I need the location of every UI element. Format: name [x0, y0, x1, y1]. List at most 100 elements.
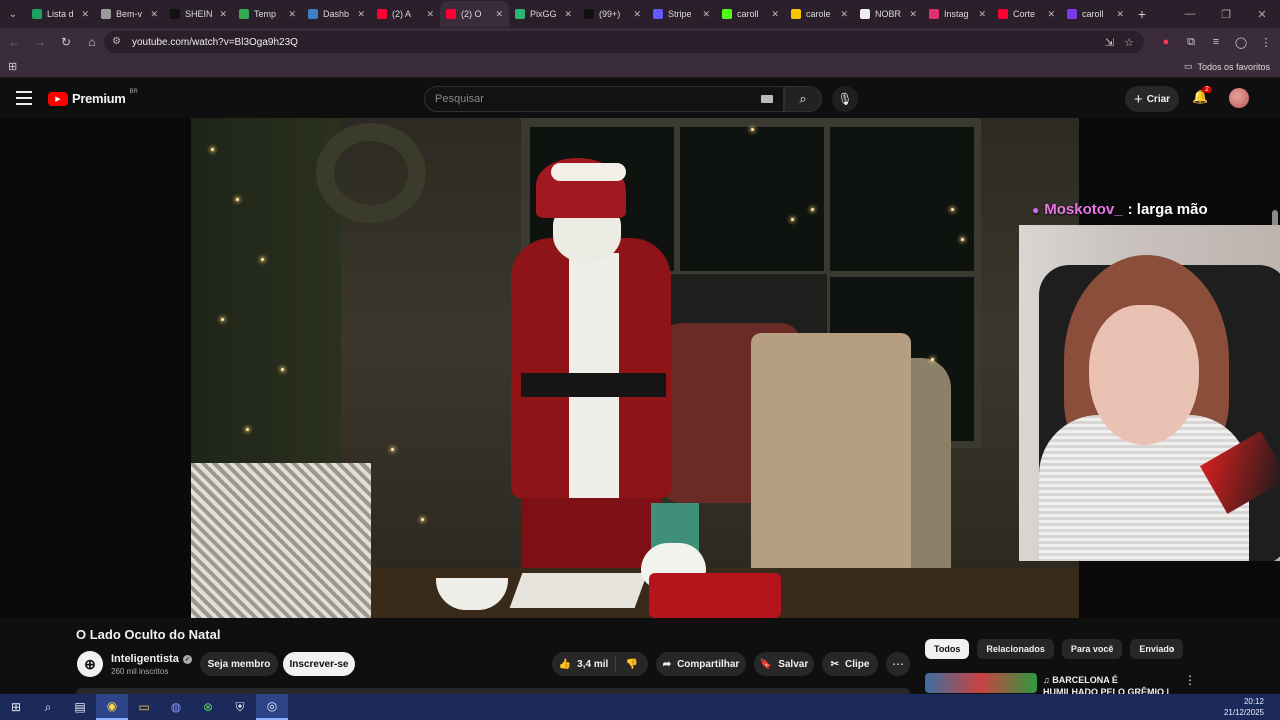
windows-start-icon[interactable]: ⊞ — [0, 694, 32, 720]
notifications-button[interactable]: 🔔 2 — [1192, 86, 1212, 109]
browser-tab[interactable]: Lista d ✕ — [26, 1, 95, 27]
tab-close-icon[interactable]: ✕ — [81, 9, 89, 20]
search-icon[interactable]: ⌕ — [32, 694, 64, 720]
channel-avatar[interactable]: ⊕ — [77, 651, 103, 677]
tab-close-icon[interactable]: ✕ — [771, 9, 779, 20]
forward-icon[interactable]: → — [28, 30, 52, 54]
reload-icon[interactable]: ↻ — [54, 30, 78, 54]
tab-close-icon[interactable]: ✕ — [495, 9, 503, 20]
extension-red-icon[interactable]: ● — [1158, 36, 1174, 48]
menu-hamburger-icon[interactable] — [16, 91, 32, 105]
bookmark-star-icon[interactable]: ☆ — [1124, 36, 1134, 49]
scissors-icon: ✂ — [830, 658, 839, 670]
recommended-more-icon[interactable]: ⋮ — [1184, 673, 1196, 687]
share-button[interactable]: ➦ Compartilhar — [656, 652, 746, 676]
tab-close-icon[interactable]: ✕ — [633, 9, 641, 20]
new-tab-button[interactable]: + — [1130, 6, 1154, 22]
windows-taskbar: ⊞ ⌕ ▤ ◉ ▭ ◍ ⊗ ⛨ ◎ 20:12 21/12/2025 — [0, 694, 1280, 720]
chip-todos[interactable]: Todos — [925, 639, 970, 659]
browser-tab[interactable]: Stripe ✕ — [647, 1, 716, 27]
video-player[interactable] — [191, 118, 1079, 618]
browser-tab[interactable]: Instag ✕ — [923, 1, 992, 27]
task-view-icon[interactable]: ▤ — [64, 694, 96, 720]
browser-tab[interactable]: (2) A ✕ — [371, 1, 440, 27]
save-button[interactable]: 🔖 Salvar — [754, 652, 814, 676]
site-info-icon[interactable]: ⚙ — [112, 36, 124, 48]
voice-search-button[interactable]: 🎙 — [832, 86, 858, 112]
tab-close-icon[interactable]: ✕ — [909, 9, 917, 20]
tab-close-icon[interactable]: ✕ — [1047, 9, 1055, 20]
shield-icon[interactable]: ⛨ — [224, 694, 256, 720]
system-clock[interactable]: 20:12 21/12/2025 — [1224, 696, 1264, 718]
search-input[interactable]: Pesquisar — [424, 86, 784, 112]
channel-name-link[interactable]: Inteligentista ✓ — [111, 653, 192, 665]
tab-search-icon[interactable]: ⌄ — [0, 0, 26, 28]
tab-close-icon[interactable]: ✕ — [426, 9, 434, 20]
close-window-icon[interactable]: ✕ — [1244, 0, 1280, 28]
home-icon[interactable]: ⌂ — [80, 30, 104, 54]
plus-icon: + — [1133, 90, 1143, 108]
url-text: youtube.com/watch?v=Bl3Oga9h23Q — [132, 36, 298, 48]
thumbs-down-icon: 👎 — [625, 658, 639, 670]
tab-close-icon[interactable]: ✕ — [357, 9, 365, 20]
browser-tab[interactable]: carole ✕ — [785, 1, 854, 27]
media-control-icon[interactable]: ≡ — [1208, 36, 1224, 48]
clip-button[interactable]: ✂ Clipe — [822, 652, 878, 676]
search-button[interactable]: ⌕ — [784, 86, 822, 112]
create-button[interactable]: + Criar — [1125, 86, 1179, 112]
browser-tab[interactable]: Bem-v ✕ — [95, 1, 164, 27]
like-button[interactable]: 👍 3,4 mil — [552, 656, 616, 672]
minimize-icon[interactable]: — — [1172, 0, 1208, 28]
file-explorer-icon[interactable]: ▭ — [128, 694, 160, 720]
tab-favicon-icon — [722, 9, 732, 19]
join-label: Seja membro — [207, 658, 271, 670]
more-actions-button[interactable]: ⋯ — [886, 652, 910, 676]
all-bookmarks-button[interactable]: ▭ Todos os favoritos — [1184, 61, 1270, 72]
chips-next-icon[interactable]: › — [1170, 641, 1174, 656]
xbox-icon[interactable]: ⊗ — [192, 694, 224, 720]
browser-tab[interactable]: Corte ✕ — [992, 1, 1061, 27]
browser-tab[interactable]: caroll ✕ — [716, 1, 785, 27]
restore-icon[interactable]: ❐ — [1208, 0, 1244, 28]
browser-tab[interactable]: Temp ✕ — [233, 1, 302, 27]
keyboard-icon[interactable] — [761, 95, 773, 103]
recommended-thumbnail[interactable] — [925, 673, 1037, 693]
apps-grid-icon[interactable]: ⊞ — [8, 60, 17, 73]
chip-relacionados[interactable]: Relacionados — [977, 639, 1054, 659]
chip-para-voce[interactable]: Para você — [1061, 639, 1123, 659]
address-bar[interactable]: ⚙ youtube.com/watch?v=Bl3Oga9h23Q ⇲ ☆ — [104, 31, 1144, 53]
youtube-logo[interactable]: ▶ Premium BR — [48, 88, 138, 106]
extensions-puzzle-icon[interactable]: ⧉ — [1183, 36, 1199, 49]
join-button[interactable]: Seja membro — [200, 652, 278, 676]
browser-tab[interactable]: (2) O ✕ — [440, 1, 509, 27]
chrome-icon[interactable]: ◉ — [96, 694, 128, 720]
tab-title: Temp — [254, 9, 277, 19]
obs-icon[interactable]: ◎ — [256, 694, 288, 720]
tab-close-icon[interactable]: ✕ — [288, 9, 296, 20]
account-avatar[interactable] — [1229, 88, 1249, 108]
browser-tab[interactable]: SHEIN ✕ — [164, 1, 233, 27]
browser-menu-icon[interactable]: ⋮ — [1258, 36, 1274, 49]
browser-tab[interactable]: PixGG ✕ — [509, 1, 578, 27]
tab-close-icon[interactable]: ✕ — [564, 9, 572, 20]
tab-close-icon[interactable]: ✕ — [150, 9, 158, 20]
subscribe-button[interactable]: Inscrever-se — [283, 652, 355, 676]
browser-tab[interactable]: caroll ✕ — [1061, 1, 1130, 27]
back-icon[interactable]: ← — [2, 30, 26, 54]
tab-close-icon[interactable]: ✕ — [840, 9, 848, 20]
tab-close-icon[interactable]: ✕ — [1116, 9, 1124, 20]
browser-tab[interactable]: NOBR ✕ — [854, 1, 923, 27]
tab-close-icon[interactable]: ✕ — [702, 9, 710, 20]
profile-icon[interactable]: ◯ — [1233, 36, 1249, 49]
chip-enviado[interactable]: Enviado — [1130, 639, 1184, 659]
microphone-icon: 🎙 — [837, 92, 853, 106]
install-app-icon[interactable]: ⇲ — [1105, 36, 1114, 49]
dislike-button[interactable]: 👎 — [616, 659, 648, 670]
browser-tab[interactable]: (99+) ✕ — [578, 1, 647, 27]
browser-tab[interactable]: Dashb ✕ — [302, 1, 371, 27]
tab-close-icon[interactable]: ✕ — [978, 9, 986, 20]
discord-icon[interactable]: ◍ — [160, 694, 192, 720]
subscribe-label: Inscrever-se — [289, 658, 349, 670]
country-code: BR — [129, 88, 138, 95]
tab-close-icon[interactable]: ✕ — [219, 9, 227, 20]
